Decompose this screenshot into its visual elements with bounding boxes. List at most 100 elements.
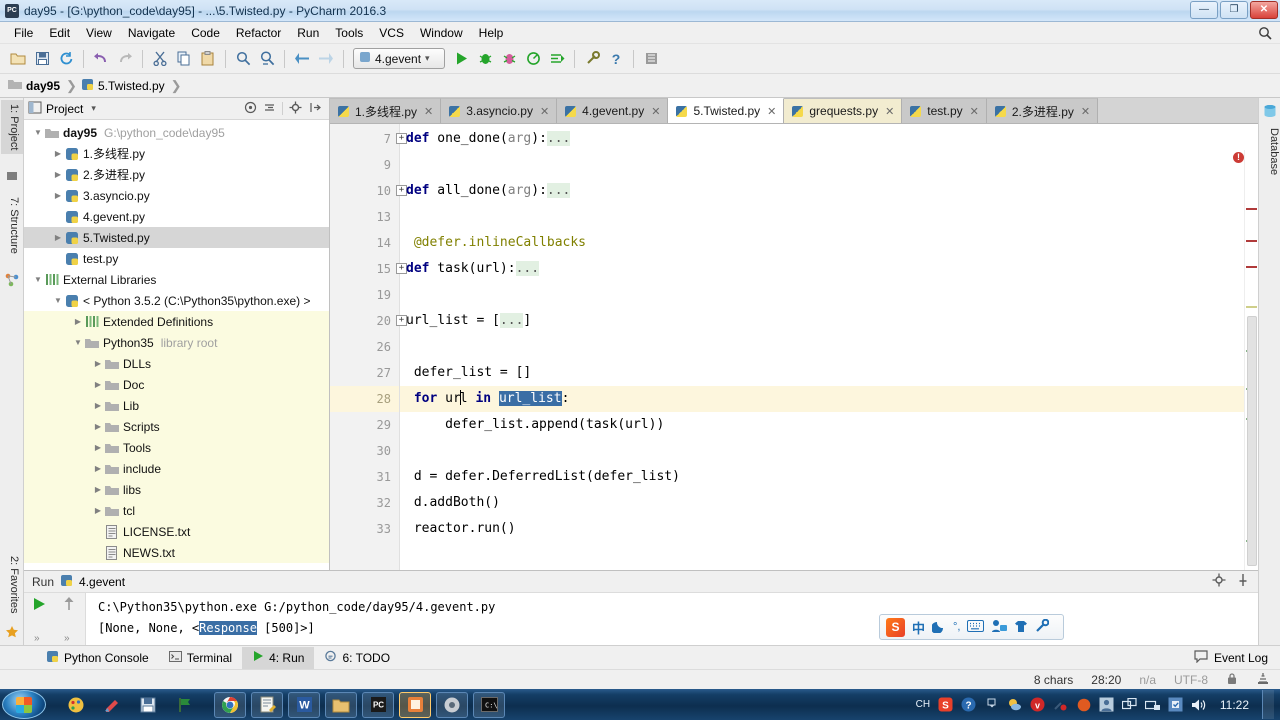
toolbox-icon[interactable] — [1035, 619, 1049, 636]
soft-wrap-icon[interactable]: » — [64, 633, 70, 644]
sync-icon[interactable] — [55, 48, 77, 70]
line-number[interactable]: 13 — [330, 204, 399, 230]
chevron-right-icon[interactable]: ▶ — [92, 422, 104, 431]
search-everywhere-icon[interactable] — [1258, 26, 1272, 43]
save-all-icon[interactable] — [31, 48, 53, 70]
weather-icon[interactable] — [1007, 697, 1023, 713]
find-icon[interactable] — [232, 48, 254, 70]
target-icon[interactable] — [244, 101, 257, 117]
run-configuration-selector[interactable]: 4.gevent ▾ — [353, 48, 445, 69]
menu-view[interactable]: View — [78, 24, 120, 42]
code-line[interactable]: def one_done(arg):... — [400, 126, 1258, 152]
editor-tab[interactable]: 3.asyncio.py✕ — [441, 98, 557, 123]
cut-icon[interactable] — [149, 48, 171, 70]
chevron-down-icon[interactable]: ▼ — [32, 275, 44, 284]
bottom-item-run[interactable]: 4: Run — [242, 647, 314, 669]
code-line[interactable] — [400, 438, 1258, 464]
help-icon[interactable]: ? — [605, 48, 627, 70]
line-number[interactable]: 19 — [330, 282, 399, 308]
sogou-logo-icon[interactable]: S — [886, 618, 905, 637]
forward-icon[interactable] — [315, 48, 337, 70]
code-line[interactable] — [400, 334, 1258, 360]
show-desktop-button[interactable] — [1262, 690, 1274, 719]
line-number[interactable]: 26 — [330, 334, 399, 360]
error-count-badge[interactable]: ! — [1233, 152, 1244, 163]
tree-node[interactable]: ▶include — [24, 458, 329, 479]
settings-wrench-icon[interactable] — [581, 48, 603, 70]
taskbar-save-icon[interactable] — [132, 692, 164, 718]
soft-keyboard-icon[interactable] — [967, 620, 984, 635]
code-line[interactable]: d.addBoth() — [400, 490, 1258, 516]
breadcrumb-project[interactable]: day95 — [6, 78, 66, 93]
run-icon[interactable] — [450, 48, 472, 70]
taskbar-pycharm-icon[interactable]: PC — [362, 692, 394, 718]
warning-marker[interactable] — [1246, 306, 1257, 308]
taskbar-color-picker-icon[interactable] — [96, 692, 128, 718]
editor-tab[interactable]: grequests.py✕ — [784, 98, 902, 123]
code-editor[interactable]: 7+910+131415+1920+2627282930313233 def o… — [330, 124, 1258, 570]
line-number[interactable]: 20+ — [330, 308, 399, 334]
chevron-right-icon[interactable]: ▶ — [52, 170, 64, 179]
show-command-line-icon[interactable] — [546, 48, 568, 70]
close-icon[interactable]: ✕ — [970, 105, 979, 118]
code-line[interactable] — [400, 282, 1258, 308]
undo-icon[interactable] — [90, 48, 112, 70]
input-method-icon[interactable] — [991, 619, 1007, 636]
code-line[interactable]: d = defer.DeferredList(defer_list) — [400, 464, 1258, 490]
tree-node[interactable]: ▶NEWS.txt — [24, 542, 329, 563]
taskbar-clock[interactable]: 11:22 — [1214, 698, 1255, 712]
chevron-down-icon[interactable]: ▼ — [72, 338, 84, 347]
editor-tab[interactable]: test.py✕ — [902, 98, 987, 123]
gear-icon[interactable] — [1212, 573, 1226, 590]
menu-run[interactable]: Run — [289, 24, 327, 42]
close-icon[interactable]: ✕ — [1081, 105, 1090, 118]
moon-icon[interactable] — [932, 619, 946, 636]
show-hidden-icons[interactable] — [984, 697, 1000, 713]
editor-scrollbar-thumb[interactable] — [1247, 316, 1257, 566]
tree-node[interactable]: ▶Tools — [24, 437, 329, 458]
chevron-right-icon[interactable]: ▶ — [52, 149, 64, 158]
chevron-right-icon[interactable]: ▶ — [92, 380, 104, 389]
tree-node[interactable]: ▶LICENSE.txt — [24, 521, 329, 542]
chevron-right-icon[interactable]: ▶ — [92, 506, 104, 515]
line-number[interactable]: 10+ — [330, 178, 399, 204]
gear-icon[interactable] — [289, 101, 302, 117]
lock-icon[interactable] — [1226, 672, 1238, 688]
line-number[interactable]: 31 — [330, 464, 399, 490]
code-line[interactable]: def all_done(arg):... — [400, 178, 1258, 204]
code-line[interactable]: url_list = [...] — [400, 308, 1258, 334]
line-number[interactable]: 28 — [330, 386, 399, 412]
skin-icon[interactable] — [1014, 619, 1028, 636]
hide-panel-icon[interactable] — [308, 101, 321, 117]
paste-icon[interactable] — [197, 48, 219, 70]
sidebar-item-structure[interactable]: 7: Structure — [1, 193, 23, 258]
user-tray-icon[interactable] — [1099, 697, 1115, 713]
chevron-right-icon[interactable]: ▶ — [92, 443, 104, 452]
punctuation-icon[interactable]: °, — [953, 621, 960, 633]
start-button[interactable] — [2, 690, 46, 719]
code-line[interactable]: for url in url_list: — [400, 386, 1258, 412]
menu-code[interactable]: Code — [183, 24, 228, 42]
tree-node[interactable]: ▶4.gevent.py — [24, 206, 329, 227]
code-line[interactable]: defer_list = [] — [400, 360, 1258, 386]
minimize-button[interactable]: — — [1190, 1, 1218, 19]
editor-tab[interactable]: 4.gevent.py✕ — [557, 98, 668, 123]
menu-help[interactable]: Help — [471, 24, 512, 42]
code-line[interactable]: def task(url):... — [400, 256, 1258, 282]
sidebar-item-project[interactable]: 1: Project — [1, 100, 23, 154]
tree-node[interactable]: ▼< Python 3.5.2 (C:\Python35\python.exe)… — [24, 290, 329, 311]
recorder-icon[interactable] — [1076, 697, 1092, 713]
taskbar-editor-icon[interactable] — [251, 692, 283, 718]
chevron-down-icon[interactable]: ▼ — [32, 128, 44, 137]
chevron-right-icon[interactable]: ▶ — [92, 401, 104, 410]
tree-node[interactable]: ▶5.Twisted.py — [24, 227, 329, 248]
menu-vcs[interactable]: VCS — [371, 24, 412, 42]
line-number[interactable]: 7+ — [330, 126, 399, 152]
share-icon[interactable] — [1122, 697, 1138, 713]
taskbar-media-icon[interactable] — [436, 692, 468, 718]
tree-node[interactable]: ▶3.asyncio.py — [24, 185, 329, 206]
line-number[interactable]: 32 — [330, 490, 399, 516]
menu-refactor[interactable]: Refactor — [228, 24, 289, 42]
run-console-output[interactable]: C:\Python35\python.exe G:/python_code/da… — [86, 593, 1258, 646]
taskbar-folder-icon[interactable] — [399, 692, 431, 718]
